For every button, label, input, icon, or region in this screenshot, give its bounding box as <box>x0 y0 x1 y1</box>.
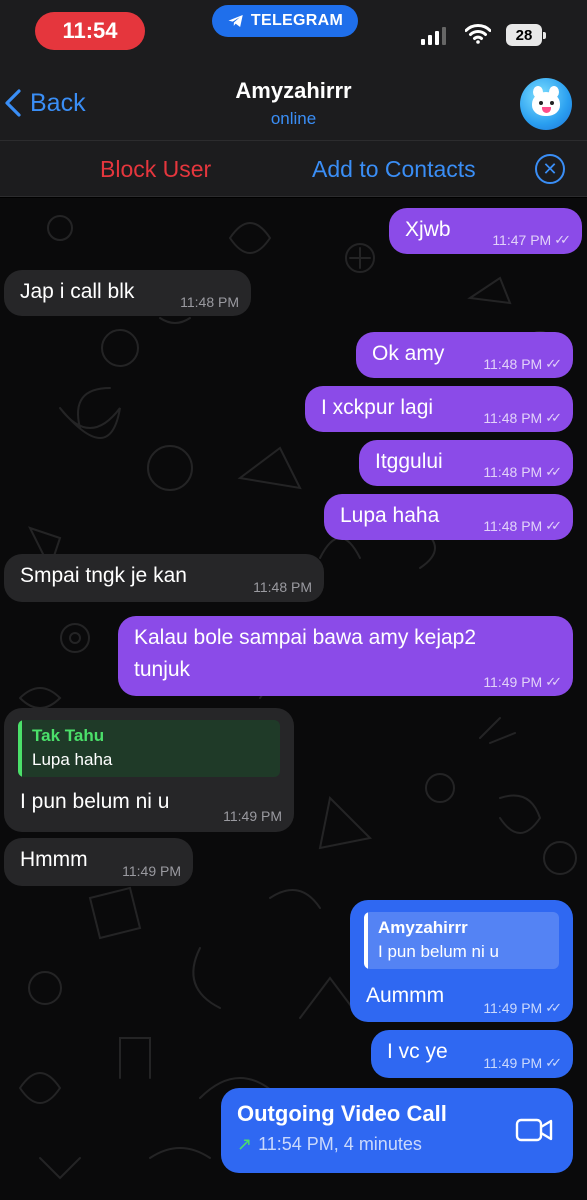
message-meta: 11:49 PM <box>122 863 181 879</box>
reply-author: Amyzahirrr <box>378 918 468 937</box>
message-meta: 11:48 PM <box>180 294 239 310</box>
message-text-line-1: Kalau bole sampai bawa amy kejap2 <box>134 626 477 649</box>
message-time: 11:49 PM <box>483 1055 543 1071</box>
outgoing-video-call-bubble[interactable]: Outgoing Video Call ↗ 11:54 PM, 4 minute… <box>221 1088 573 1173</box>
message-text: Xjwb <box>405 218 451 241</box>
message-time: 11:49 PM <box>122 863 181 879</box>
contact-status: online <box>270 109 317 128</box>
reply-author: Tak Tahu <box>32 726 105 745</box>
message-time: 11:48 PM <box>253 579 312 595</box>
signal-icon <box>421 27 446 45</box>
message-meta: 11:48 PM ✓✓ <box>483 410 562 426</box>
message-bubble-incoming[interactable]: Hmmm 11:49 PM <box>4 838 193 886</box>
message-meta: 11:49 PM ✓✓ <box>483 674 562 690</box>
reply-preview[interactable]: Amyzahirrr I pun belum ni u <box>364 912 559 969</box>
reply-accent-bar <box>18 720 22 777</box>
message-bubble-outgoing[interactable]: Xjwb 11:47 PM ✓✓ <box>389 208 582 254</box>
read-checkmarks-icon: ✓✓ <box>545 1055 562 1070</box>
reply-accent-bar <box>364 912 368 969</box>
message-meta: 11:48 PM <box>253 579 312 595</box>
message-meta: 11:48 PM ✓✓ <box>483 356 562 372</box>
message-time: 11:48 PM <box>180 294 239 310</box>
status-bar: 11:54 TELEGRAM 28 <box>0 0 587 60</box>
message-bubble-outgoing[interactable]: Itggului 11:48 PM ✓✓ <box>359 440 573 486</box>
contact-action-bar: Block User Add to Contacts ✕ <box>0 140 587 197</box>
message-meta: 11:49 PM ✓✓ <box>483 1000 562 1016</box>
contact-name[interactable]: Amyzahirrr <box>0 78 587 104</box>
message-time: 11:48 PM <box>483 356 543 372</box>
message-text: Hmmm <box>20 848 88 871</box>
outgoing-arrow-icon: ↗ <box>237 1134 253 1154</box>
message-time: 11:49 PM <box>483 674 543 690</box>
read-checkmarks-icon: ✓✓ <box>545 1000 562 1015</box>
message-bubble-incoming[interactable]: Jap i call blk 11:48 PM <box>4 270 251 316</box>
message-text-line-2: tunjuk <box>134 658 191 681</box>
message-bubble-outgoing[interactable]: Ok amy 11:48 PM ✓✓ <box>356 332 573 378</box>
message-time: 11:47 PM <box>492 232 552 248</box>
message-meta: 11:49 PM <box>223 808 282 824</box>
reply-quote: I pun belum ni u <box>378 942 499 961</box>
chat-area[interactable]: Xjwb 11:47 PM ✓✓ Jap i call blk 11:48 PM … <box>0 198 587 1200</box>
chat-header: Back Amyzahirrr online <box>0 60 587 140</box>
battery-indicator: 28 <box>506 24 546 46</box>
call-title: Outgoing Video Call <box>237 1101 447 1126</box>
message-text: Ok amy <box>372 342 445 365</box>
message-meta: 11:47 PM ✓✓ <box>492 232 571 248</box>
read-checkmarks-icon: ✓✓ <box>545 674 562 689</box>
message-meta: 11:49 PM ✓✓ <box>483 1055 562 1071</box>
message-time: 11:48 PM <box>483 410 543 426</box>
read-checkmarks-icon: ✓✓ <box>545 356 562 371</box>
message-bubble-outgoing[interactable]: Kalau bole sampai bawa amy kejap2 tunjuk… <box>118 616 573 696</box>
message-time: 11:49 PM <box>223 808 282 824</box>
message-text: I pun belum ni u <box>20 790 170 813</box>
reply-quote: Lupa haha <box>32 750 113 769</box>
close-icon[interactable]: ✕ <box>535 154 565 184</box>
message-bubble-incoming[interactable]: Smpai tngk je kan 11:48 PM <box>4 554 324 602</box>
message-bubble-incoming-reply[interactable]: Tak Tahu Lupa haha I pun belum ni u 11:4… <box>4 708 294 832</box>
call-detail: ↗ 11:54 PM, 4 minutes <box>237 1134 422 1155</box>
message-meta: 11:48 PM ✓✓ <box>483 464 562 480</box>
message-text: Itggului <box>375 450 443 473</box>
message-text: I vc ye <box>387 1040 448 1063</box>
telegram-call-pill[interactable]: TELEGRAM <box>212 5 358 37</box>
telegram-icon <box>228 15 243 27</box>
message-bubble-outgoing[interactable]: Lupa haha 11:48 PM ✓✓ <box>324 494 573 540</box>
message-bubble-outgoing-reply[interactable]: Amyzahirrr I pun belum ni u Aummm 11:49 … <box>350 900 573 1022</box>
message-text: Jap i call blk <box>20 280 135 303</box>
message-time: 11:49 PM <box>483 1000 543 1016</box>
message-bubble-outgoing[interactable]: I xckpur lagi 11:48 PM ✓✓ <box>305 386 573 432</box>
message-text: I xckpur lagi <box>321 396 434 419</box>
message-text: Lupa haha <box>340 504 440 527</box>
status-time[interactable]: 11:54 <box>35 12 145 50</box>
read-checkmarks-icon: ✓✓ <box>554 232 571 247</box>
message-text: Aummm <box>366 984 445 1007</box>
reply-preview[interactable]: Tak Tahu Lupa haha <box>18 720 280 777</box>
video-camera-icon[interactable] <box>515 1116 553 1144</box>
message-text: Smpai tngk je kan <box>20 564 187 587</box>
message-bubble-outgoing[interactable]: I vc ye 11:49 PM ✓✓ <box>371 1030 573 1078</box>
avatar[interactable] <box>520 78 572 130</box>
message-time: 11:48 PM <box>483 464 543 480</box>
wifi-icon <box>465 24 491 44</box>
call-detail-text: 11:54 PM, 4 minutes <box>258 1134 422 1154</box>
telegram-pill-label: TELEGRAM <box>250 12 344 29</box>
message-time: 11:48 PM <box>483 518 543 534</box>
read-checkmarks-icon: ✓✓ <box>545 464 562 479</box>
read-checkmarks-icon: ✓✓ <box>545 410 562 425</box>
message-meta: 11:48 PM ✓✓ <box>483 518 562 534</box>
read-checkmarks-icon: ✓✓ <box>545 518 562 533</box>
add-to-contacts-button[interactable]: Add to Contacts <box>312 156 476 183</box>
block-user-button[interactable]: Block User <box>100 156 211 183</box>
